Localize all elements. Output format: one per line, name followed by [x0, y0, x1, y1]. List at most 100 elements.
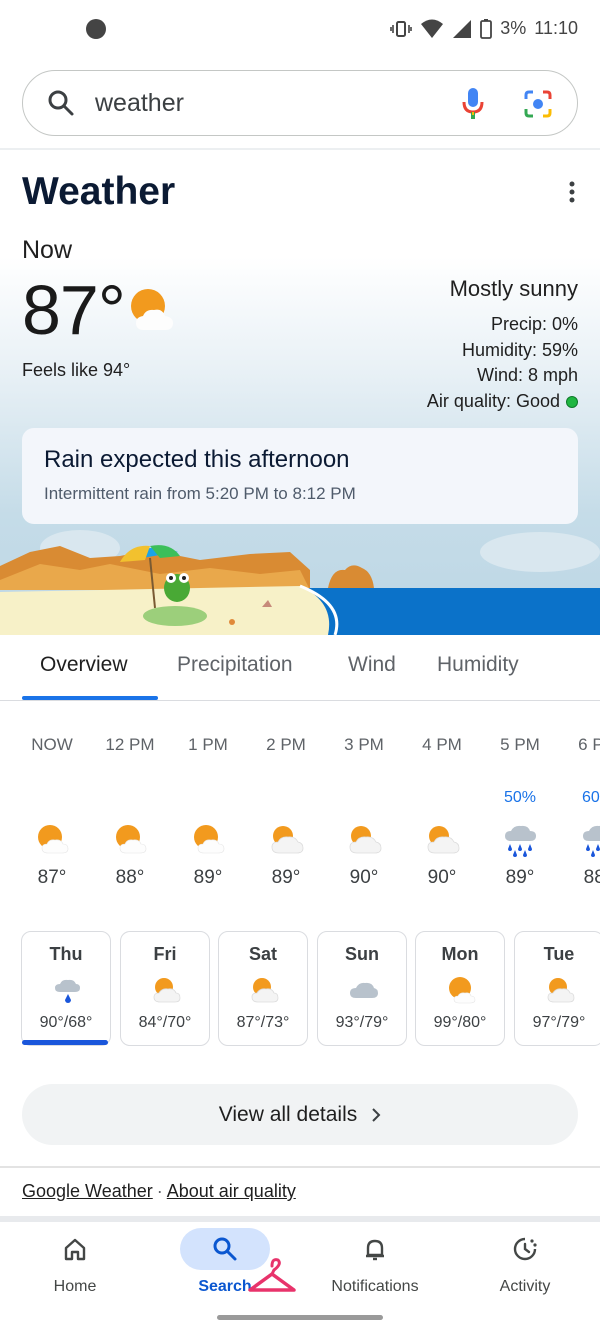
condition-text: Mostly sunny: [449, 276, 578, 301]
nav-activity[interactable]: Activity: [450, 1222, 600, 1312]
precip-text: Precip: 0%: [490, 314, 578, 334]
hour-temp: 89°: [271, 867, 301, 888]
day-name: Tue: [543, 944, 575, 964]
status-bar: 3% 11:10: [0, 0, 600, 60]
separator: ·: [156, 1181, 163, 1201]
view-all-details-button[interactable]: View all details: [22, 1084, 578, 1145]
day-card-sun[interactable]: Sun 93°/79°: [317, 931, 407, 1046]
rain-cloud-icon: [55, 979, 80, 1003]
hour-item: 3 PM 90°: [334, 735, 394, 888]
about-air-quality-link[interactable]: About air quality: [167, 1181, 296, 1201]
partly-sunny-icon: [116, 825, 147, 854]
home-indicator[interactable]: [217, 1315, 383, 1320]
conditions: Mostly sunny Precip: 0% Humidity: 59% Wi…: [427, 276, 578, 414]
rain-alert-subtitle: Intermittent rain from 5:20 PM to 8:12 P…: [44, 484, 356, 503]
view-all-details-label: View all details: [218, 1103, 358, 1126]
hour-time: NOW: [31, 735, 73, 754]
hour-temp: 88°: [583, 867, 600, 888]
hour-item: 6 PM 60% 88°: [568, 735, 600, 888]
day-temps: 93°/79°: [335, 1014, 389, 1031]
weather-tabs: Overview Precipitation Wind Humidity: [0, 635, 600, 701]
hour-item: NOW 87°: [22, 735, 82, 888]
search-icon[interactable]: [47, 89, 75, 117]
day-temps: 87°/73°: [236, 1014, 290, 1031]
day-card-sat[interactable]: Sat 87°/73°: [218, 931, 308, 1046]
day-temps: 90°/68°: [39, 1014, 93, 1031]
battery-icon: [480, 18, 493, 39]
air-quality-text: Air quality: Good: [426, 390, 560, 411]
camera-cutout: [86, 19, 106, 39]
clock: 11:10: [534, 18, 578, 38]
hour-temp: 89°: [193, 867, 223, 888]
nav-label: Notifications: [331, 1278, 419, 1295]
beach-frog-illustration: [0, 530, 600, 635]
daily-forecast[interactable]: Thu 90°/68° Fri 84°/70° Sat 87°/73° Sun …: [0, 931, 600, 1047]
microphone-icon[interactable]: [461, 87, 485, 121]
day-name: Sun: [345, 944, 379, 964]
partly-cloudy-icon: [251, 978, 279, 1003]
hour-temp: 90°: [349, 867, 379, 888]
hour-time: 1 PM: [188, 735, 228, 754]
partly-cloudy-icon: [427, 826, 460, 854]
hour-time: 3 PM: [344, 735, 384, 754]
hourly-forecast[interactable]: NOW 87° 12 PM 88° 1 PM 89° 2 PM 89° 3 PM…: [0, 735, 600, 895]
tab-humidity[interactable]: Humidity: [437, 653, 519, 677]
partly-sunny-icon: [194, 825, 225, 854]
google-weather-link[interactable]: Google Weather: [22, 1181, 153, 1201]
day-name: Fri: [153, 944, 177, 964]
tab-wind[interactable]: Wind: [348, 653, 396, 677]
rain-alert-title: Rain expected this afternoon: [44, 446, 350, 473]
day-card-thu[interactable]: Thu 90°/68°: [21, 931, 111, 1046]
wifi-icon: [421, 19, 444, 38]
day-name: Thu: [49, 944, 83, 964]
signal-icon: [453, 19, 472, 38]
active-tab-indicator: [22, 696, 158, 700]
partly-cloudy-icon: [349, 826, 382, 854]
air-quality-row[interactable]: Air quality: Good: [427, 389, 578, 415]
hour-time: 4 PM: [422, 735, 462, 754]
hour-time: 2 PM: [266, 735, 306, 754]
day-card-tue[interactable]: Tue 97°/79°: [514, 931, 600, 1046]
nav-icon-container: [30, 1228, 120, 1270]
tab-overview[interactable]: Overview: [40, 653, 128, 677]
nav-home[interactable]: Home: [0, 1222, 150, 1312]
weather-title: Weather: [22, 170, 176, 213]
cloud-icon: [350, 982, 378, 998]
more-vertical-icon[interactable]: [568, 180, 576, 204]
hour-temp: 90°: [427, 867, 457, 888]
day-temps: 99°/80°: [433, 1014, 487, 1031]
bell-icon: [366, 1239, 384, 1261]
rain-alert-card[interactable]: Rain expected this afternoon Intermitten…: [22, 428, 578, 524]
day-card-mon[interactable]: Mon 99°/80°: [415, 931, 505, 1046]
heavy-rain-icon: [583, 825, 600, 857]
hour-item: 12 PM 88°: [100, 735, 160, 888]
partly-sunny-icon: [38, 825, 69, 854]
search-icon: [213, 1237, 237, 1261]
partly-sunny-icon: [449, 977, 476, 1004]
weather-card: Weather Now 87° Feels like 94° Mostly su…: [0, 150, 600, 635]
vibrate-icon: [390, 20, 413, 37]
day-card-fri[interactable]: Fri 84°/70°: [120, 931, 210, 1046]
hour-time: 5 PM: [500, 735, 540, 754]
tab-precipitation[interactable]: Precipitation: [177, 653, 293, 677]
hour-item: 4 PM 90°: [412, 735, 472, 888]
search-input[interactable]: [95, 83, 435, 123]
hanger-icon: [248, 1258, 296, 1292]
day-name: Sat: [248, 944, 277, 964]
nav-label: Activity: [499, 1278, 551, 1295]
nav-notifications[interactable]: Notifications: [300, 1222, 450, 1312]
heavy-rain-icon: [505, 825, 536, 857]
lens-camera-icon[interactable]: [523, 89, 553, 119]
humidity-text: Humidity: 59%: [461, 339, 578, 360]
day-temps: 84°/70°: [138, 1014, 192, 1031]
hour-item: 2 PM 89°: [256, 735, 316, 888]
air-quality-indicator: [566, 395, 578, 408]
chevron-right-icon: [372, 1108, 381, 1123]
nav-icon-container: [330, 1228, 420, 1270]
activity-icon: [513, 1237, 537, 1261]
footer-links: Google Weather · About air quality: [22, 1181, 296, 1202]
hour-item: 1 PM 89°: [178, 735, 238, 888]
status-icons: 3% 11:10: [390, 18, 578, 39]
nav-icon-container: [480, 1228, 570, 1270]
search-bar[interactable]: [22, 70, 578, 136]
